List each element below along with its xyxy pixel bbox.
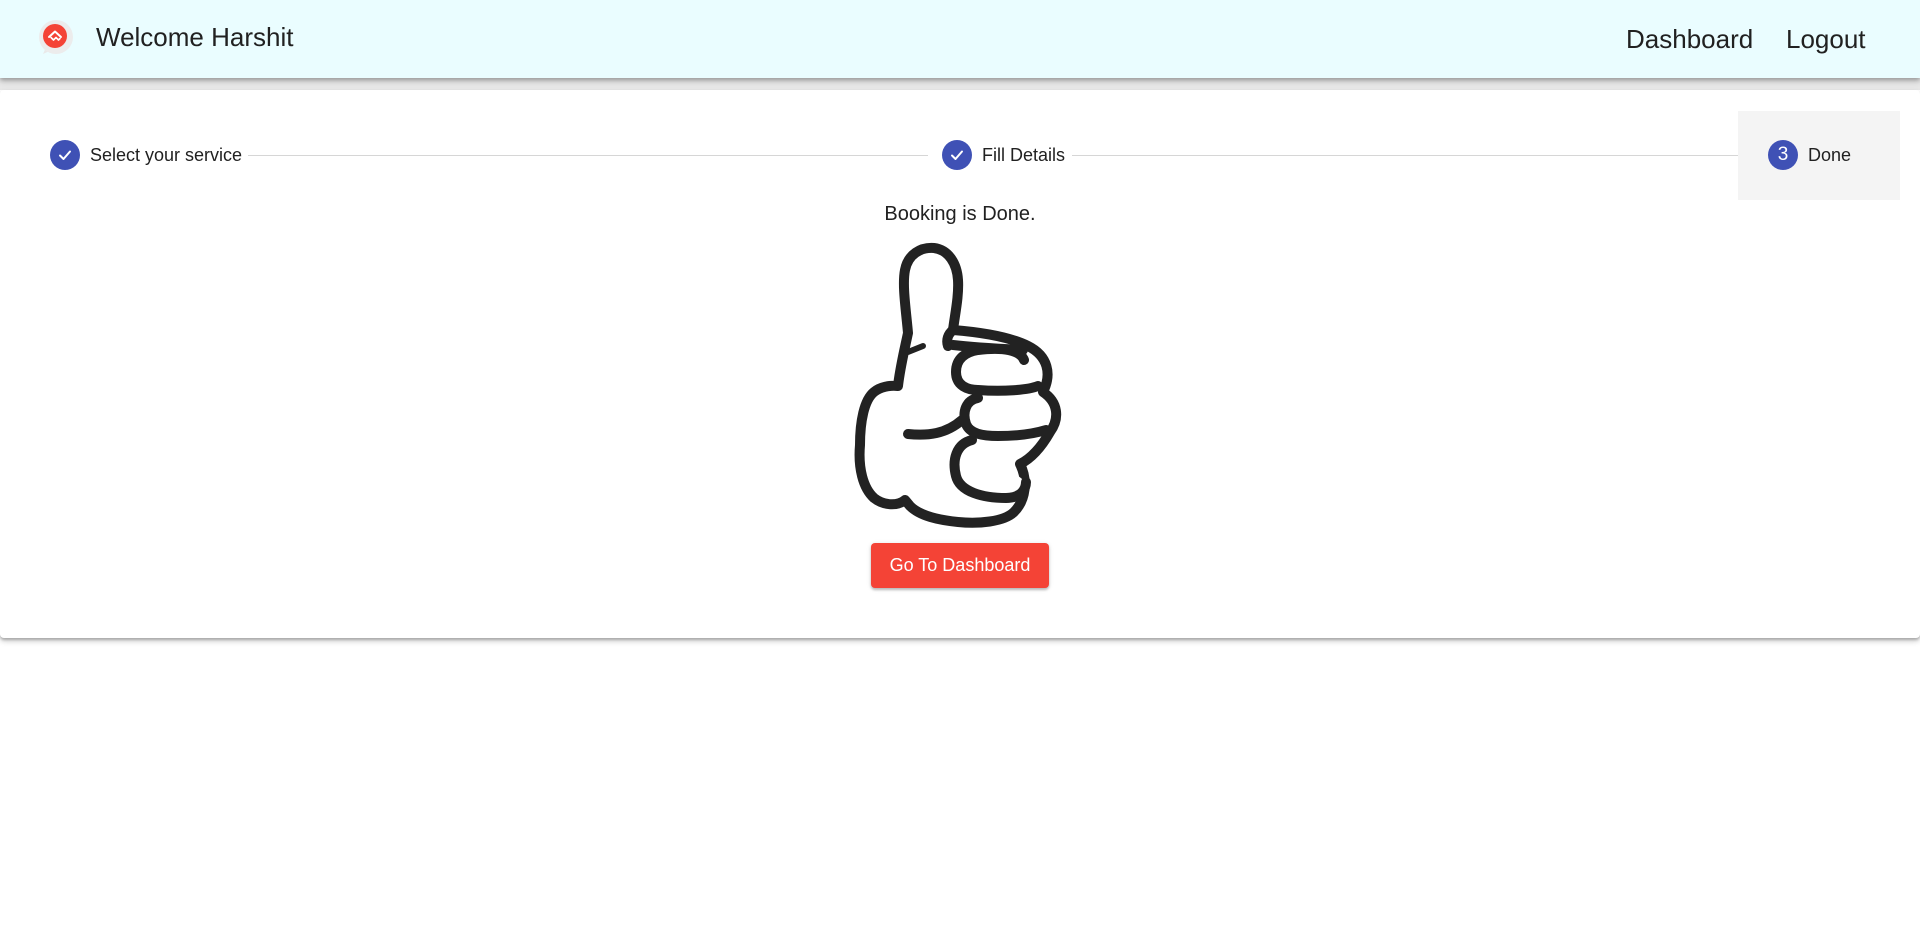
page-background-band [0,78,1920,90]
check-icon [942,140,972,170]
go-to-dashboard-button[interactable]: Go To Dashboard [871,543,1049,588]
nav-dashboard-link[interactable]: Dashboard [1626,22,1753,56]
step-label: Done [1808,144,1852,165]
booking-done-message: Booking is Done. [884,203,1036,225]
step-label: Select your service [90,144,243,165]
welcome-text: Welcome Harshit [96,22,294,52]
thumbs-up-icon [854,242,1062,528]
check-icon [50,140,80,170]
step-number: 3 [1768,140,1798,170]
step-select-service[interactable]: Select your service [50,140,242,170]
stepper-connector [1072,155,1758,156]
step-fill-details[interactable]: Fill Details [942,140,1065,170]
nav-logout-link[interactable]: Logout [1786,22,1866,56]
booking-card: Select your service Fill Details 3 Done … [0,90,1920,638]
home-pin-logo-icon[interactable] [38,19,74,55]
step-label: Fill Details [982,144,1066,165]
stepper-connector [248,155,928,156]
app-bar: Welcome Harshit Dashboard Logout [0,0,1920,78]
step-done[interactable]: 3 Done [1768,140,1851,170]
